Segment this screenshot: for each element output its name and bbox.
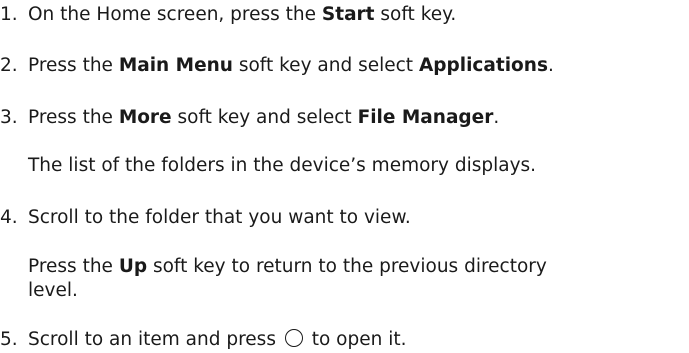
instruction-list: 1. On the Home screen, press the Start so… <box>0 0 689 353</box>
step-text: Scroll to an item and press <box>28 329 282 350</box>
note-text: soft key to return to the previous direc… <box>147 256 547 277</box>
step-4-note-continued: level. <box>28 280 78 301</box>
step-4: 4. Scroll to the folder that you want to … <box>0 205 411 231</box>
menu-item-applications: Applications <box>418 55 548 76</box>
step-number: 4. <box>0 207 18 228</box>
softkey-main-menu: Main Menu <box>118 55 233 76</box>
step-1: 1. On the Home screen, press the Start so… <box>0 2 456 28</box>
step-text: to open it. <box>305 329 407 350</box>
note-text: Press the <box>28 256 119 277</box>
step-text: soft key and select <box>232 55 419 76</box>
step-text: Scroll to the folder that you want to vi… <box>28 207 411 228</box>
step-text: soft key and select <box>171 107 358 128</box>
step-4-note: Press the Up soft key to return to the p… <box>28 254 547 280</box>
step-text: soft key. <box>374 4 457 25</box>
step-text: On the Home screen, press the <box>28 4 322 25</box>
menu-item-file-manager: File Manager <box>357 107 494 128</box>
softkey-up: Up <box>118 256 148 277</box>
circle-button-icon <box>284 329 303 347</box>
step-number: 1. <box>0 4 18 25</box>
softkey-start: Start <box>321 4 375 25</box>
softkey-more: More <box>118 107 172 128</box>
step-number: 2. <box>0 55 18 76</box>
step-text: Press the <box>28 107 119 128</box>
step-text: . <box>547 55 554 76</box>
step-number: 5. <box>0 329 18 350</box>
step-3-note: The list of the folders in the device’s … <box>28 155 537 176</box>
step-5: 5. Scroll to an item and press to open it… <box>0 327 407 353</box>
step-text: Press the <box>28 55 119 76</box>
step-text: . <box>493 107 500 128</box>
step-number: 3. <box>0 107 18 128</box>
step-2: 2. Press the Main Menu soft key and selec… <box>0 53 554 79</box>
step-3: 3. Press the More soft key and select Fil… <box>0 105 499 131</box>
